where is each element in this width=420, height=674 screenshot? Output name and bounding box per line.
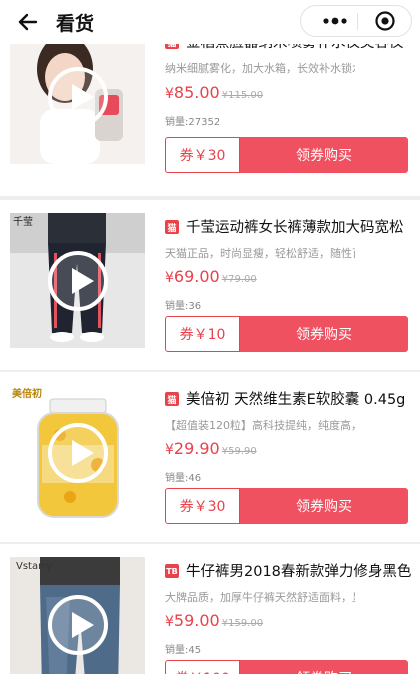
play-icon[interactable] bbox=[48, 423, 108, 483]
sales-count: 销量:46 bbox=[165, 473, 202, 484]
product-description: 【超值装120粒】高科技提纯，纯度高，易吸收 bbox=[165, 419, 355, 432]
product-price: ¥69.00 ¥79.00 bbox=[165, 267, 257, 286]
sales-count: 销量:36 bbox=[165, 301, 202, 312]
product-title[interactable]: 牛仔裤男2018春新款弹力修身黑色 bbox=[186, 560, 411, 582]
original-price: ¥59.90 bbox=[221, 446, 257, 457]
coupon-button[interactable]: 券￥30 bbox=[165, 137, 240, 173]
arrow-left-icon[interactable] bbox=[16, 10, 40, 34]
product-title[interactable]: 千莹运动裤女长裤薄款加大码宽松 bbox=[186, 216, 411, 238]
play-icon[interactable] bbox=[48, 251, 108, 311]
product-card[interactable]: 千莹 猫 千莹运动裤女长裤薄款加大码宽松 天猫正品，时尚显瘦，轻松舒适，随性百搭… bbox=[0, 200, 420, 370]
tmall-badge: 猫 bbox=[165, 44, 179, 49]
play-icon[interactable] bbox=[48, 595, 108, 655]
top-bar: 看货 bbox=[0, 0, 420, 44]
product-thumbnail[interactable]: 千莹 bbox=[10, 213, 145, 348]
tmall-badge: 猫 bbox=[165, 392, 179, 406]
get-coupon-buy-button[interactable]: 领券购买 bbox=[240, 660, 408, 674]
product-thumbnail[interactable]: Vstarry bbox=[10, 557, 145, 674]
product-price: ¥59.00 ¥159.00 bbox=[165, 611, 264, 630]
thumb-brand-text: 千莹 bbox=[13, 216, 33, 228]
product-card[interactable]: 美倍初 猫 美倍初 天然维生素E软胶囊 0.45g 【超值装120粒】高科技提纯… bbox=[0, 372, 420, 542]
get-coupon-buy-button[interactable]: 领券购买 bbox=[240, 316, 408, 352]
product-thumbnail[interactable]: 美倍初 bbox=[10, 385, 145, 520]
product-description: 纳米细腻雾化，加大水箱，长效补水锁水 bbox=[165, 62, 355, 75]
original-price: ¥159.00 bbox=[221, 618, 264, 629]
original-price: ¥115.00 bbox=[221, 90, 264, 101]
thumb-brand-text: 美倍初 bbox=[12, 387, 42, 400]
taobao-badge: TB bbox=[165, 564, 179, 578]
product-title[interactable]: 美倍初 天然维生素E软胶囊 0.45g bbox=[186, 388, 411, 410]
get-coupon-buy-button[interactable]: 领券购买 bbox=[240, 137, 408, 173]
sales-count: 销量:45 bbox=[165, 645, 202, 656]
coupon-button[interactable]: 券￥100 bbox=[165, 660, 240, 674]
original-price: ¥79.00 bbox=[221, 274, 257, 285]
target-close-icon[interactable] bbox=[363, 6, 407, 36]
page-title: 看货 bbox=[56, 13, 95, 35]
play-icon[interactable] bbox=[48, 67, 108, 127]
sales-count: 销量:27352 bbox=[165, 117, 221, 128]
product-title[interactable]: 金稻蒸脸器纳米喷雾补水仪美容仪 bbox=[186, 44, 411, 53]
product-list[interactable]: 猫 金稻蒸脸器纳米喷雾补水仪美容仪 纳米细腻雾化，加大水箱，长效补水锁水 ¥85… bbox=[0, 44, 420, 674]
thumb-brand-text: Vstarry bbox=[16, 561, 52, 572]
product-description: 天猫正品，时尚显瘦，轻松舒适，随性百搭 bbox=[165, 247, 355, 260]
mini-program-capsule bbox=[300, 5, 412, 37]
product-thumbnail[interactable] bbox=[10, 44, 145, 164]
tmall-badge: 猫 bbox=[165, 220, 179, 234]
product-card[interactable]: Vstarry TB 牛仔裤男2018春新款弹力修身黑色 大牌品质，加厚牛仔裤天… bbox=[0, 544, 420, 674]
product-description: 大牌品质，加厚牛仔裤天然舒适面料，显瘦 bbox=[165, 591, 355, 604]
capsule-divider bbox=[357, 13, 358, 30]
coupon-button[interactable]: 券￥10 bbox=[165, 316, 240, 352]
product-card[interactable]: 猫 金稻蒸脸器纳米喷雾补水仪美容仪 纳米细腻雾化，加大水箱，长效补水锁水 ¥85… bbox=[0, 44, 420, 196]
product-price: ¥29.90 ¥59.90 bbox=[165, 439, 257, 458]
product-price: ¥85.00 ¥115.00 bbox=[165, 83, 264, 102]
more-dots-icon[interactable] bbox=[315, 6, 355, 36]
coupon-button[interactable]: 券￥30 bbox=[165, 488, 240, 524]
get-coupon-buy-button[interactable]: 领券购买 bbox=[240, 488, 408, 524]
